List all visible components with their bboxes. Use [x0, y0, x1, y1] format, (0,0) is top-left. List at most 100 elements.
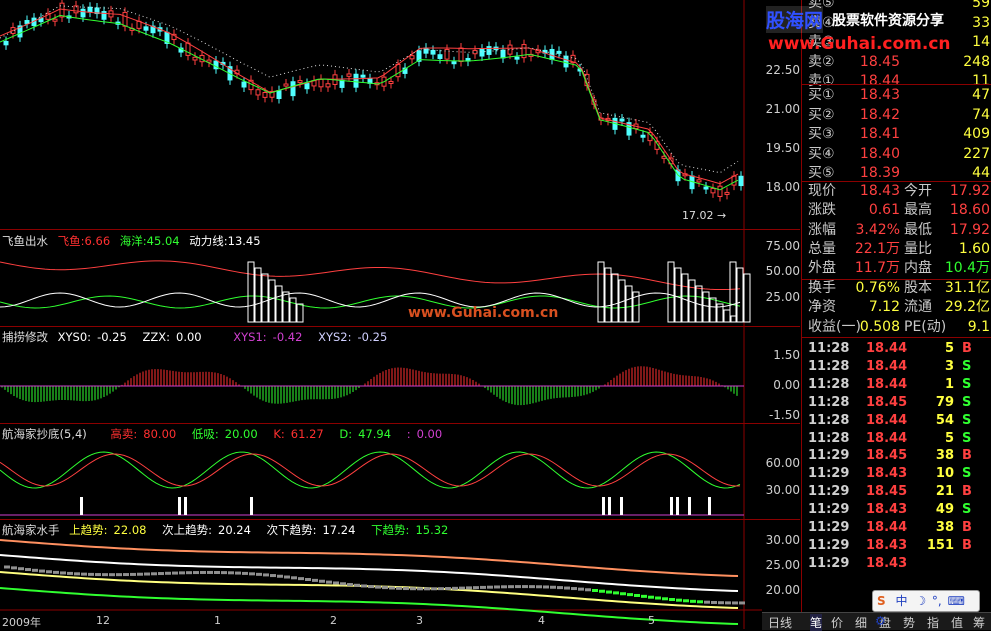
- candle-body: [710, 187, 716, 194]
- row-label: 买③: [808, 126, 835, 142]
- panel4-price-block: [438, 587, 444, 591]
- panel3-axis-label: 30.00: [765, 483, 800, 497]
- tab-detail[interactable]: 细: [855, 614, 867, 631]
- tab-daily[interactable]: 日线: [768, 614, 792, 631]
- row-label: 买②: [808, 106, 835, 123]
- panel4-price-block: [543, 585, 549, 589]
- panel4-upper-trend: [0, 539, 739, 578]
- panel4-price-block: [522, 585, 528, 589]
- panel1-s1: 飞鱼:6.66: [57, 234, 111, 248]
- panel1-s3: 动力线:13.45: [189, 234, 261, 248]
- candle-body: [423, 47, 429, 54]
- input-method-toolbar[interactable]: S 中 ☽ °, ⌨ ⚙: [872, 590, 980, 628]
- candle-body: [472, 49, 478, 55]
- panel4-price-block: [277, 574, 283, 578]
- watermark-text: www.Guhai.com.cn: [408, 305, 559, 321]
- panel3-signal-bar: [688, 497, 691, 515]
- price-axis-label: 18.00: [765, 180, 800, 194]
- candle-body: [724, 191, 730, 195]
- buy-level-row: 买③ 18.41 409: [802, 125, 991, 144]
- tick-row: 11:28 18.44 54 S: [808, 412, 972, 428]
- panel1-red-line: [0, 260, 741, 291]
- x-axis-label: 3: [416, 614, 423, 627]
- panel1-bar: [289, 297, 297, 323]
- panel4-price-block: [725, 601, 731, 605]
- chart-area[interactable]: 22.50 21.00 19.50 18.00 17.02 → 飞鱼出水 飞鱼:…: [0, 0, 800, 629]
- panel4-title: 航海家水手: [2, 523, 60, 537]
- candle-body: [640, 134, 646, 138]
- panel4-price-block: [116, 573, 122, 577]
- fundamental-row: 净资 7.12 流通 29.2亿: [808, 299, 990, 316]
- panel1-bar: [611, 273, 619, 323]
- sogou-icon: S: [877, 594, 886, 608]
- panel-divider: [0, 519, 800, 520]
- x-axis-label: 4: [538, 614, 545, 627]
- panel4-price-block: [529, 585, 535, 589]
- tick-row: 11:28 18.44 1S: [808, 376, 972, 392]
- panel4-price-block: [620, 592, 626, 596]
- panel4-price-block: [242, 571, 248, 575]
- row-qty: 227: [963, 145, 990, 162]
- row-label: 买①: [808, 87, 835, 103]
- tab-price[interactable]: 价: [831, 614, 843, 631]
- panel4-price-block: [431, 587, 437, 591]
- panel4-price-block: [739, 601, 745, 605]
- candle-body: [563, 55, 569, 68]
- quote-row: 外盘 11.7万 内盘 10.4万: [808, 260, 990, 277]
- candle-body: [339, 79, 345, 88]
- panel4-price-block: [81, 572, 87, 576]
- tab-value[interactable]: 值: [951, 614, 963, 631]
- tab-trend[interactable]: 势: [903, 614, 915, 631]
- panel4-price-block: [25, 568, 31, 572]
- panel4-price-block: [179, 571, 185, 575]
- panel4-price-block: [389, 586, 395, 590]
- panel4-price-block: [585, 588, 591, 592]
- candle-body: [353, 73, 359, 88]
- panel2-axis-label: -1.50: [768, 408, 800, 422]
- panel1-bar: [625, 285, 633, 323]
- tab-chips[interactable]: 筹: [973, 614, 985, 631]
- candle-body: [241, 81, 247, 88]
- panel4-price-block: [613, 591, 619, 595]
- panel2-axis-label: 0.00: [773, 378, 800, 392]
- tab-bi[interactable]: 笔: [810, 614, 823, 631]
- candle-body: [52, 18, 58, 22]
- book-divider: [802, 84, 991, 85]
- panel4-price-block: [466, 586, 472, 590]
- keyboard-icon: ⌨: [947, 594, 965, 608]
- quote-panel: 卖⑤ 59 卖④ 33 卖③ 14 卖② 18.45 248 卖① 18.44 11 买①…: [801, 0, 991, 629]
- panel4-price-block: [697, 600, 703, 604]
- panel1-axis-label: 50.00: [765, 264, 800, 278]
- panel3-signal-bar: [670, 497, 673, 515]
- panel2-axis-label: 1.50: [773, 348, 800, 362]
- panel4-price-block: [571, 587, 577, 591]
- panel4-price-block: [634, 593, 640, 597]
- panel4-price-block: [39, 569, 45, 573]
- panel3-title: 航海家抄底(5,4): [2, 427, 87, 441]
- x-axis-label: 5: [648, 614, 655, 627]
- panel4-price-block: [326, 580, 332, 584]
- panel4-price-block: [4, 565, 10, 569]
- panel4-price-block: [732, 601, 738, 605]
- candle-body: [143, 26, 149, 31]
- panel4-price-block: [18, 567, 24, 571]
- x-axis-label: 2: [330, 614, 337, 627]
- tick-row: 11:29 18.43: [808, 555, 908, 571]
- quote-row: 总量 22.1万 量比 1.60: [808, 240, 990, 257]
- panel4-price-block: [109, 573, 115, 577]
- candle-body: [395, 63, 401, 78]
- tick-row: 11:28 18.44 3S: [808, 358, 972, 374]
- panel4-price-block: [256, 572, 262, 576]
- panel3-signal-bar: [602, 497, 605, 515]
- panel4-price-block: [312, 578, 318, 582]
- candle-body: [514, 56, 520, 60]
- panel1-title-bar: 飞鱼出水 飞鱼:6.66 海洋:45.04 动力线:13.45: [2, 233, 267, 249]
- panel4-price-block: [102, 573, 108, 577]
- panel4-price-block: [396, 586, 402, 590]
- panel3-title-bar: 航海家抄底(5,4) 高卖: 80.00 低吸: 20.00 K: 61.27 D: 4…: [2, 427, 443, 441]
- panel4-price-block: [165, 571, 171, 575]
- candle-body: [360, 74, 366, 78]
- panel1-bar: [736, 267, 744, 323]
- panel4-price-block: [46, 570, 52, 574]
- tab-index[interactable]: 指: [927, 614, 939, 631]
